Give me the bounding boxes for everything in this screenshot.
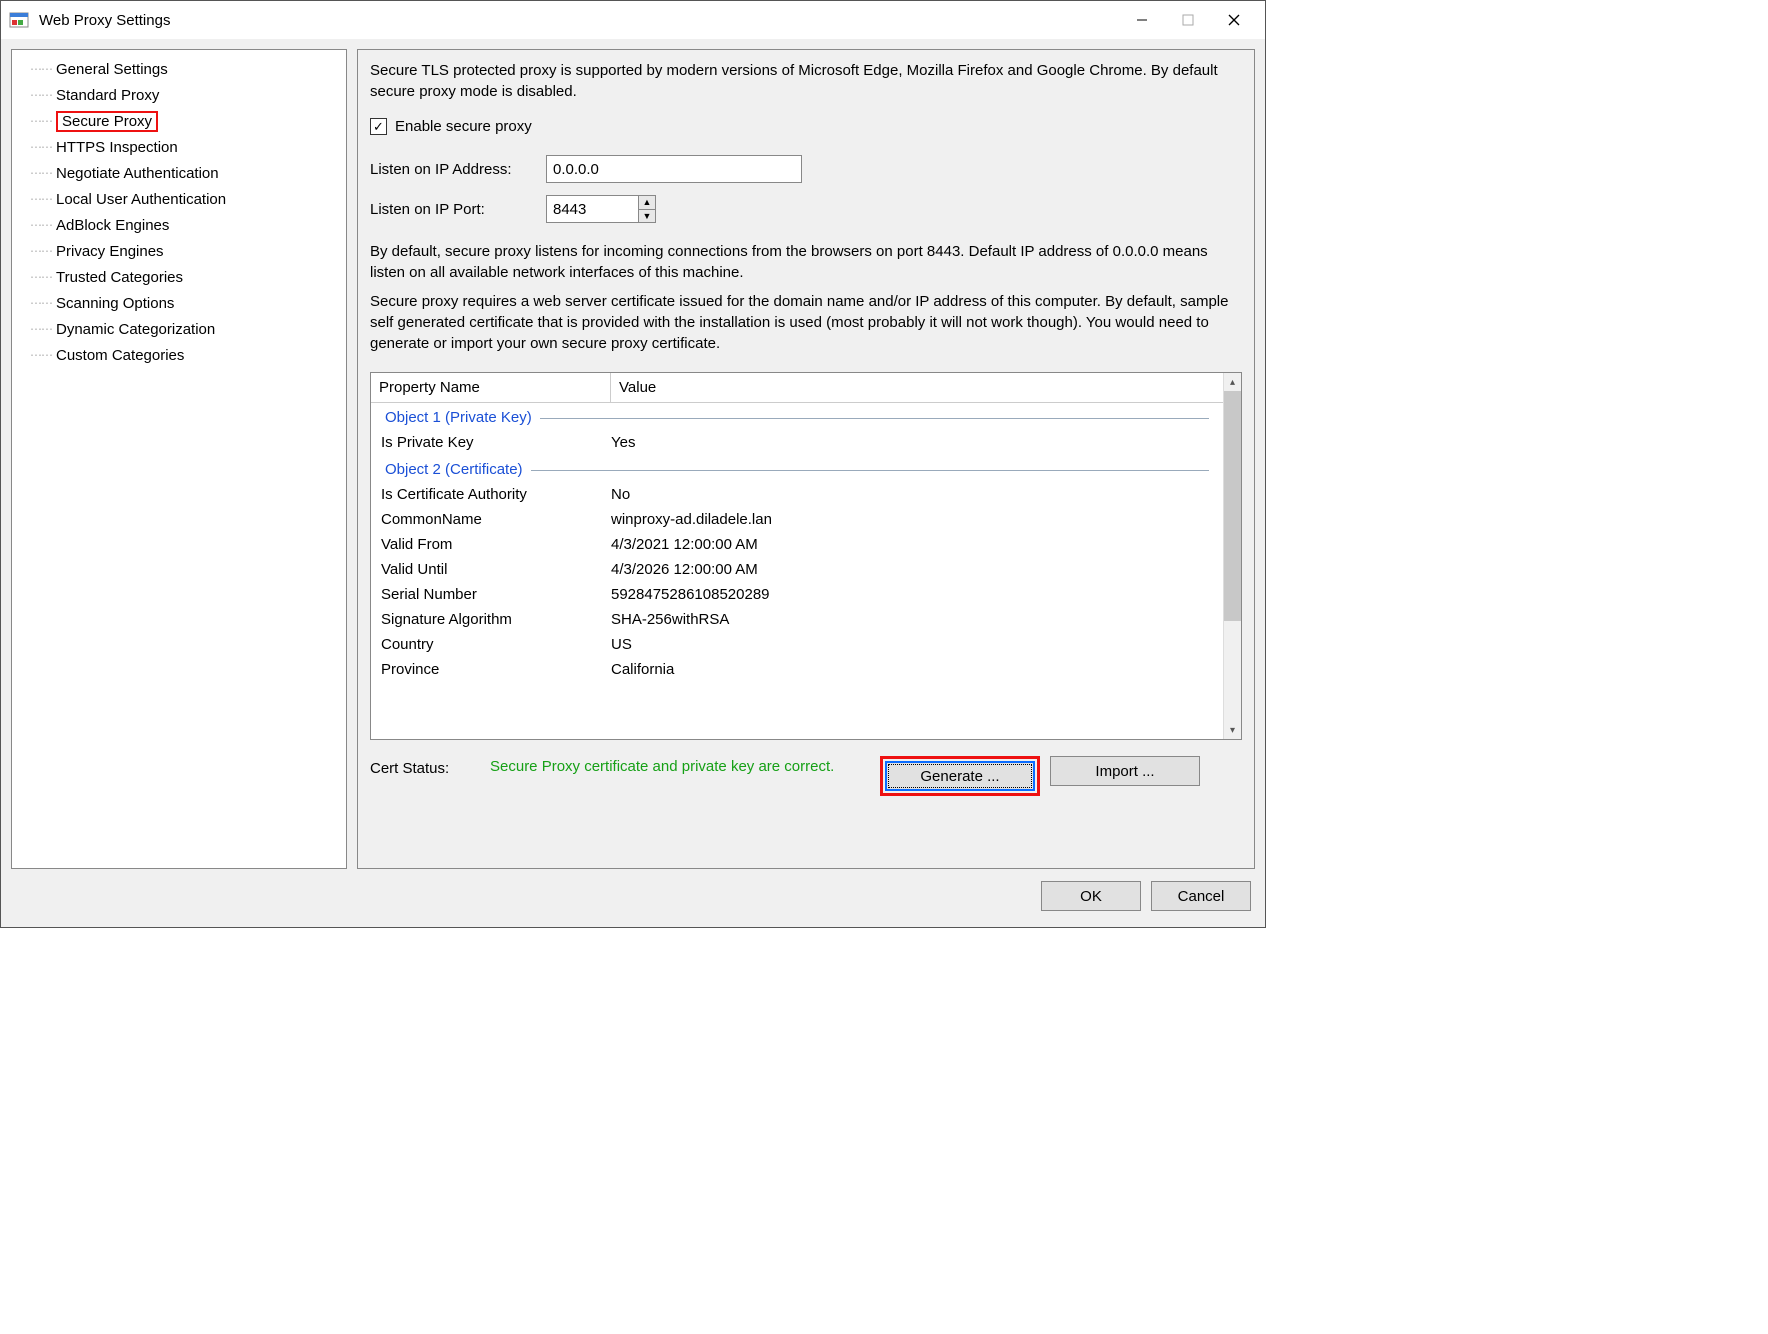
sidebar-item-adblock-engines[interactable]: ⋯⋯AdBlock Engines (12, 212, 346, 238)
sidebar: ⋯⋯General Settings ⋯⋯Standard Proxy ⋯⋯Se… (11, 49, 347, 869)
scroll-down-icon[interactable]: ▾ (1224, 721, 1241, 739)
dialog-footer: OK Cancel (11, 869, 1255, 917)
ok-button[interactable]: OK (1041, 881, 1141, 911)
spinner-buttons[interactable]: ▲ ▼ (638, 195, 656, 223)
chevron-up-icon[interactable]: ▲ (639, 196, 655, 210)
group-private-key: Object 1 (Private Key) (371, 403, 1223, 430)
chevron-down-icon[interactable]: ▼ (639, 210, 655, 223)
table-row[interactable]: Is Certificate AuthorityNo (371, 482, 1223, 507)
enable-secure-proxy-checkbox[interactable]: ✓ Enable secure proxy (370, 118, 1242, 135)
note-port: By default, secure proxy listens for inc… (370, 241, 1242, 283)
titlebar: Web Proxy Settings (1, 1, 1265, 39)
generate-highlight: Generate ... (880, 756, 1040, 796)
note-cert: Secure proxy requires a web server certi… (370, 291, 1242, 354)
scroll-thumb[interactable] (1224, 391, 1241, 621)
column-value[interactable]: Value (611, 373, 1223, 402)
import-button[interactable]: Import ... (1050, 756, 1200, 786)
scroll-track[interactable] (1224, 621, 1241, 721)
sidebar-item-scanning-options[interactable]: ⋯⋯Scanning Options (12, 290, 346, 316)
sidebar-item-negotiate-auth[interactable]: ⋯⋯Negotiate Authentication (12, 160, 346, 186)
table-row[interactable]: CommonNamewinproxy-ad.diladele.lan (371, 507, 1223, 532)
enable-label: Enable secure proxy (395, 118, 532, 135)
ip-address-label: Listen on IP Address: (370, 161, 546, 178)
window-title: Web Proxy Settings (39, 12, 1119, 29)
body: ⋯⋯General Settings ⋯⋯Standard Proxy ⋯⋯Se… (1, 39, 1265, 927)
sidebar-item-local-user-auth[interactable]: ⋯⋯Local User Authentication (12, 186, 346, 212)
ip-address-input[interactable] (546, 155, 802, 183)
maximize-button (1165, 5, 1211, 35)
scrollbar[interactable]: ▴ ▾ (1223, 373, 1241, 739)
sidebar-item-general-settings[interactable]: ⋯⋯General Settings (12, 56, 346, 82)
app-icon (9, 10, 29, 30)
table-row[interactable]: Signature AlgorithmSHA-256withRSA (371, 607, 1223, 632)
sidebar-item-custom-categories[interactable]: ⋯⋯Custom Categories (12, 342, 346, 368)
checkmark-icon: ✓ (370, 118, 387, 135)
ip-port-spinner[interactable]: ▲ ▼ (546, 195, 656, 223)
table-row[interactable]: Serial Number5928475286108520289 (371, 582, 1223, 607)
certificate-properties: Property Name Value Object 1 (Private Ke… (370, 372, 1242, 740)
table-row[interactable]: Valid From4/3/2021 12:00:00 AM (371, 532, 1223, 557)
main-panel: Secure TLS protected proxy is supported … (357, 49, 1255, 869)
sidebar-item-https-inspection[interactable]: ⋯⋯HTTPS Inspection (12, 134, 346, 160)
column-property-name[interactable]: Property Name (371, 373, 611, 402)
sidebar-item-secure-proxy[interactable]: ⋯⋯Secure Proxy (12, 108, 346, 134)
minimize-button[interactable] (1119, 5, 1165, 35)
close-button[interactable] (1211, 5, 1257, 35)
window: Web Proxy Settings ⋯⋯General Settings ⋯⋯… (0, 0, 1266, 928)
cert-status-label: Cert Status: (370, 756, 480, 777)
table-row[interactable]: Valid Until4/3/2026 12:00:00 AM (371, 557, 1223, 582)
table-row[interactable]: ProvinceCalifornia (371, 657, 1223, 682)
sidebar-item-privacy-engines[interactable]: ⋯⋯Privacy Engines (12, 238, 346, 264)
generate-button[interactable]: Generate ... (885, 761, 1035, 791)
cancel-button[interactable]: Cancel (1151, 881, 1251, 911)
ip-port-label: Listen on IP Port: (370, 201, 546, 218)
cert-status-message: Secure Proxy certificate and private key… (490, 756, 870, 777)
group-certificate: Object 2 (Certificate) (371, 455, 1223, 482)
scroll-up-icon[interactable]: ▴ (1224, 373, 1241, 391)
sidebar-item-standard-proxy[interactable]: ⋯⋯Standard Proxy (12, 82, 346, 108)
sidebar-item-trusted-categories[interactable]: ⋯⋯Trusted Categories (12, 264, 346, 290)
ip-port-input[interactable] (546, 195, 638, 223)
table-row[interactable]: Is Private KeyYes (371, 430, 1223, 455)
table-row[interactable]: CountryUS (371, 632, 1223, 657)
sidebar-item-dynamic-categorization[interactable]: ⋯⋯Dynamic Categorization (12, 316, 346, 342)
intro-text: Secure TLS protected proxy is supported … (370, 60, 1242, 102)
